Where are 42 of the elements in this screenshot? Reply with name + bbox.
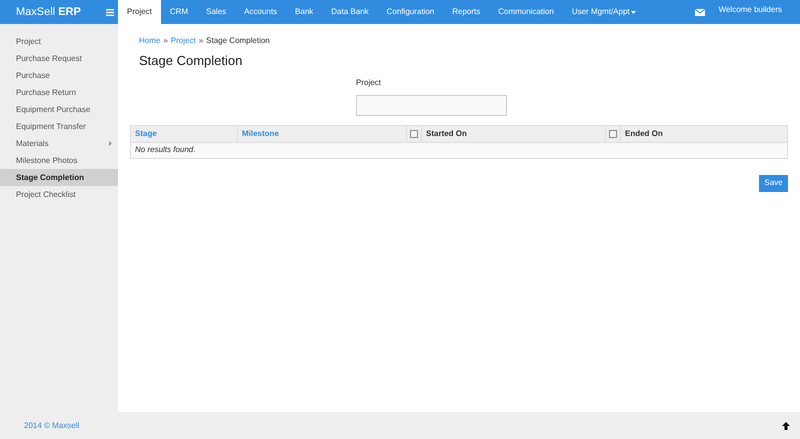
sidebar-item[interactable]: Milestone Photos bbox=[0, 152, 118, 169]
sidebar-item[interactable]: Project bbox=[0, 33, 118, 50]
checkbox[interactable] bbox=[410, 130, 418, 138]
nav-tab[interactable]: Bank bbox=[286, 0, 322, 24]
sidebar-item[interactable]: Purchase bbox=[0, 67, 118, 84]
nav-tab[interactable]: Project bbox=[118, 0, 161, 24]
breadcrumb-link[interactable]: Home bbox=[139, 35, 160, 47]
project-field[interactable] bbox=[356, 94, 507, 116]
sidebar-item[interactable]: Stage Completion bbox=[0, 169, 118, 186]
nav-tab[interactable]: Reports bbox=[443, 0, 490, 24]
sidebar-item[interactable]: Purchase Return bbox=[0, 84, 118, 101]
nav-tab[interactable]: Configuration bbox=[378, 0, 444, 24]
nav-tab[interactable]: Communication bbox=[489, 0, 563, 24]
brand-logo[interactable]: MaxSell ERP bbox=[16, 4, 81, 20]
field-label: Project bbox=[356, 76, 381, 88]
nav-tab[interactable]: Data Bank bbox=[322, 0, 378, 24]
nav-tab[interactable]: User Mgmt/Appt bbox=[562, 0, 645, 24]
column-header: Started On bbox=[425, 128, 468, 140]
sidebar-item[interactable]: Equipment Transfer bbox=[0, 118, 118, 135]
footer-text: 2014 © Maxsell bbox=[24, 420, 80, 432]
empty-message: No results found. bbox=[135, 144, 196, 156]
sidebar-item[interactable]: Materials bbox=[0, 135, 118, 152]
column-header: Ended On bbox=[624, 128, 664, 140]
breadcrumb-current: Stage Completion bbox=[206, 35, 270, 47]
page-title: Stage Completion bbox=[138, 52, 244, 70]
menu-icon[interactable] bbox=[106, 8, 114, 16]
checkbox[interactable] bbox=[609, 130, 617, 138]
breadcrumb-separator: » bbox=[163, 35, 168, 47]
breadcrumb-separator: » bbox=[198, 35, 204, 47]
sidebar-item[interactable]: Purchase Request bbox=[0, 50, 118, 67]
sidebar-item[interactable]: Equipment Purchase bbox=[0, 101, 118, 118]
sidebar-item[interactable]: Project Checklist bbox=[0, 186, 118, 203]
column-header-link[interactable]: Milestone bbox=[238, 128, 283, 140]
breadcrumb-link[interactable]: Project bbox=[170, 35, 196, 47]
column-header-link[interactable]: Stage bbox=[131, 128, 161, 140]
save-button[interactable]: Save bbox=[759, 174, 788, 192]
arrow-up-icon[interactable] bbox=[782, 422, 790, 430]
nav-tab[interactable]: CRM bbox=[160, 0, 198, 24]
nav-tab[interactable]: Accounts bbox=[235, 0, 286, 24]
mail-icon[interactable] bbox=[694, 8, 705, 16]
welcome-text: Welcome builders bbox=[718, 4, 782, 16]
nav-tab[interactable]: Sales bbox=[197, 0, 236, 24]
